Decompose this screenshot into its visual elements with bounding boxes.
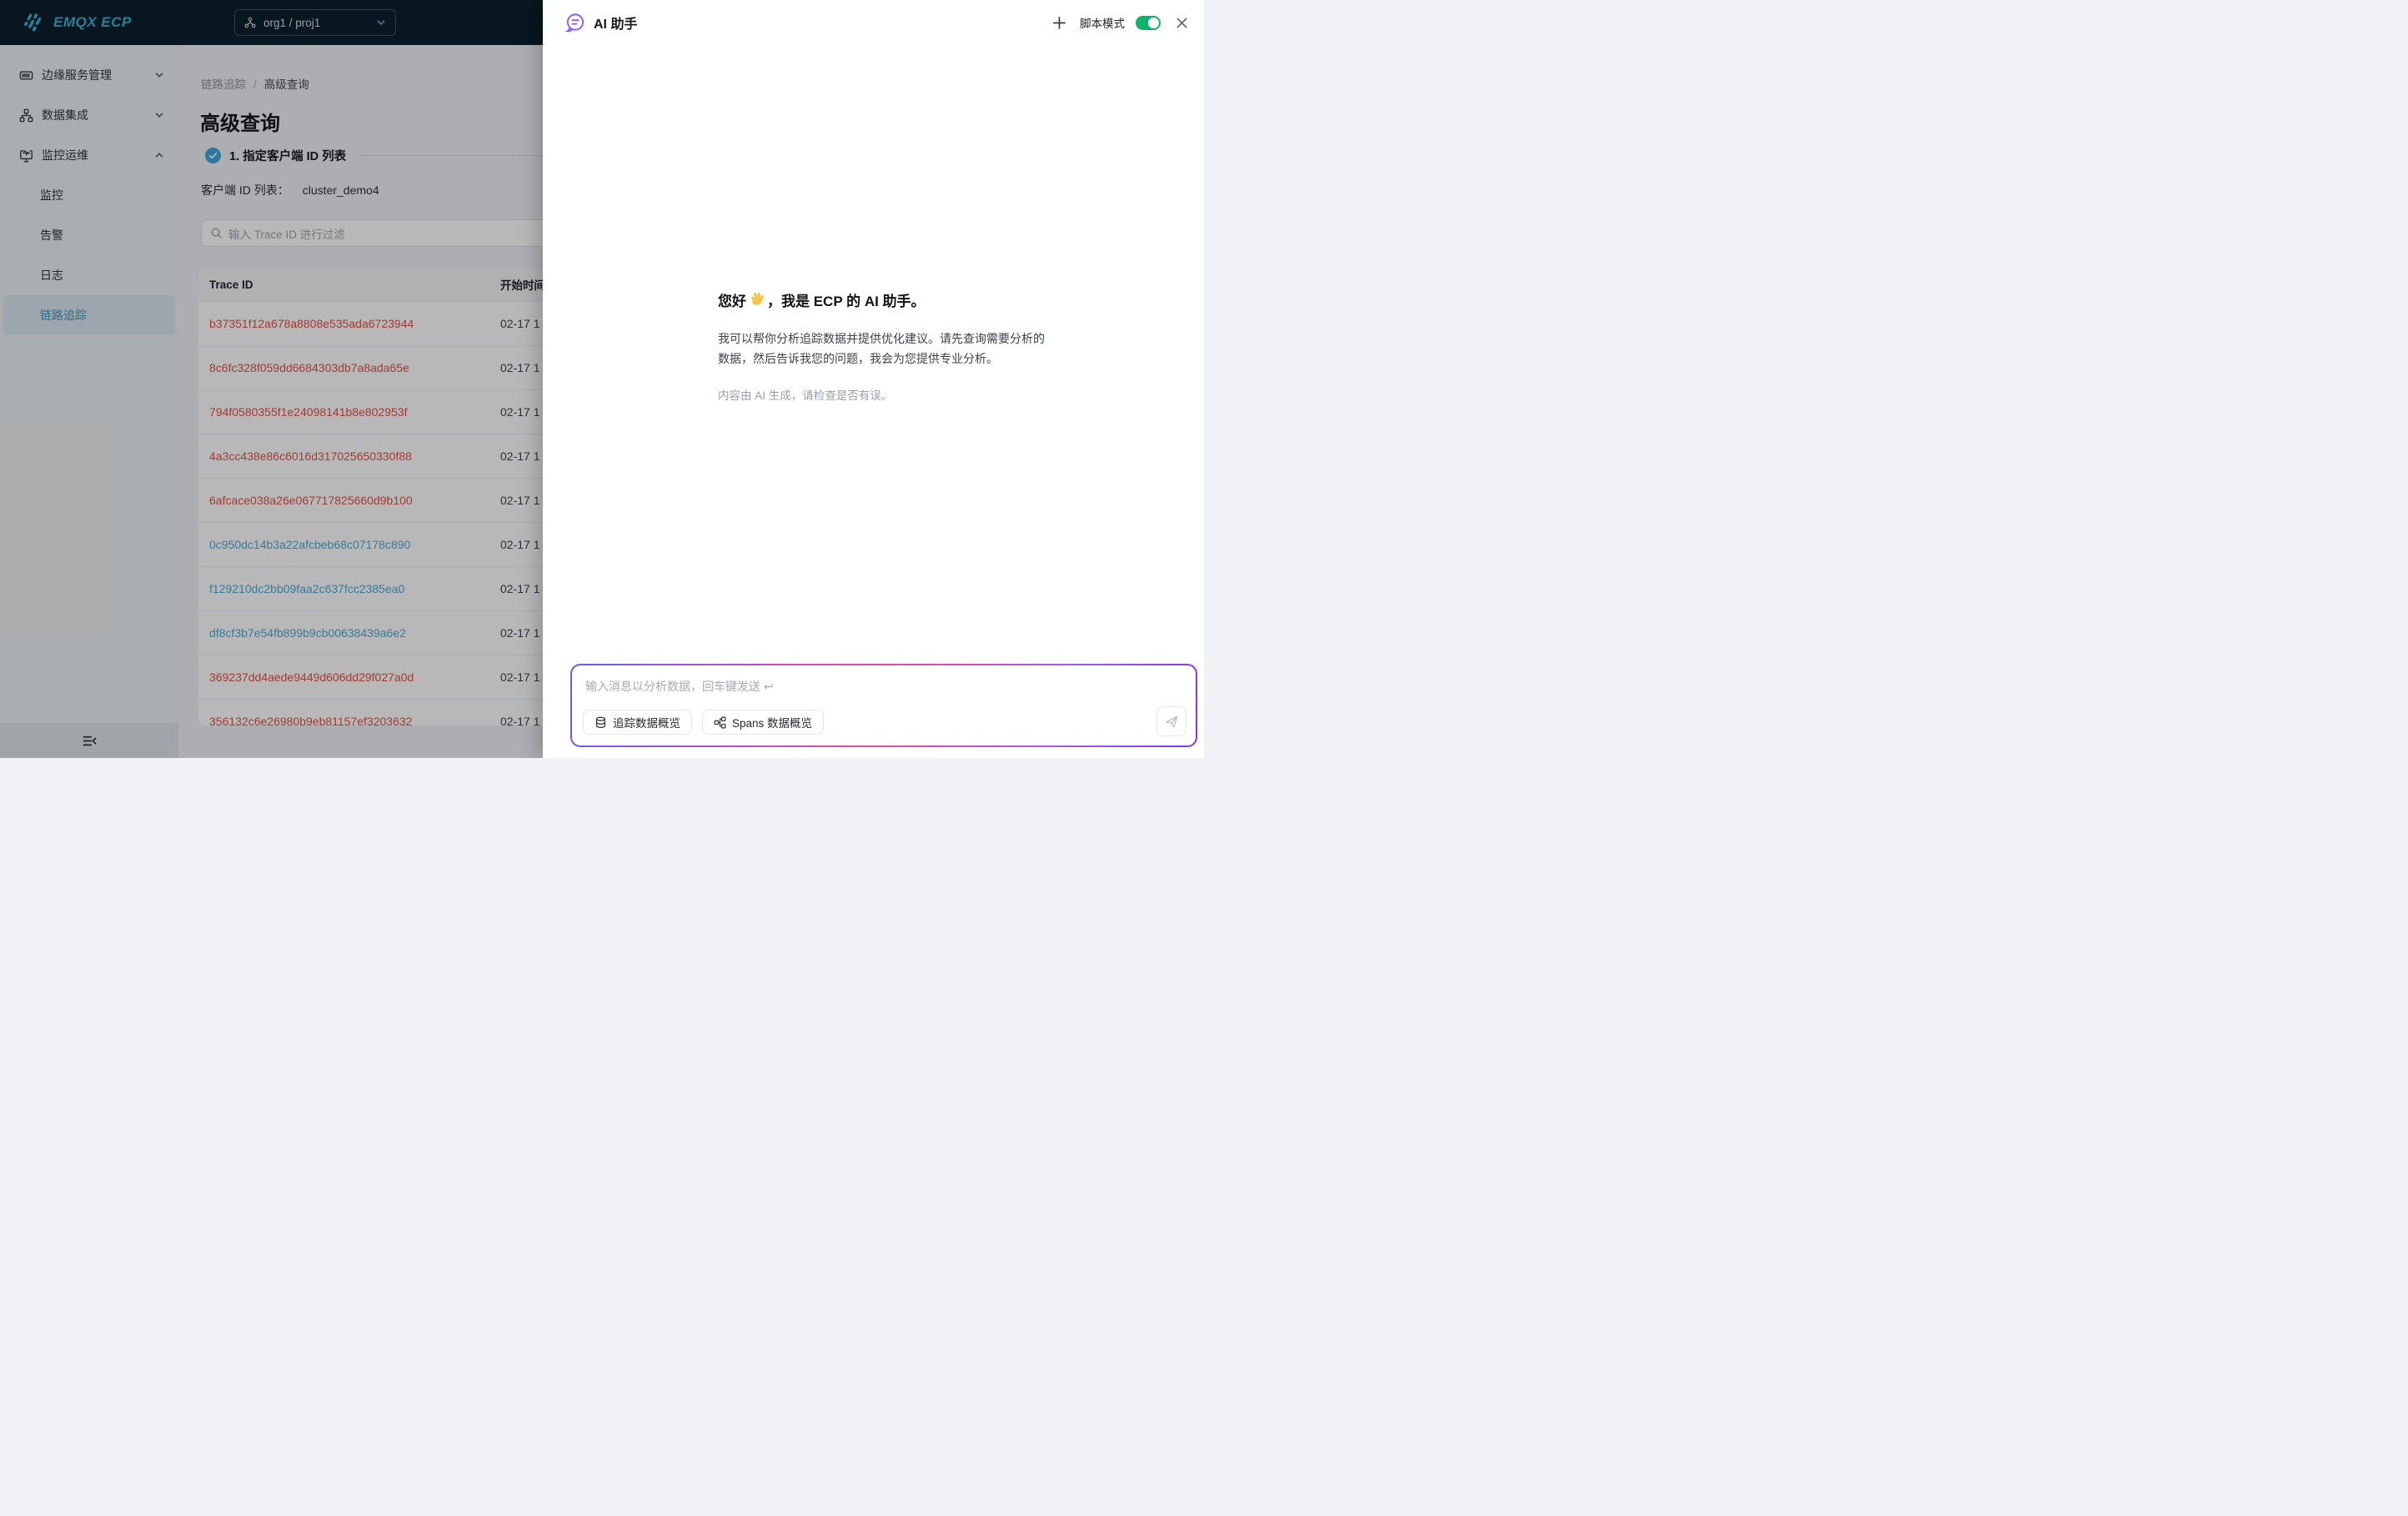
ai-disclaimer-text: 内容由 AI 生成，请检查是否有误。	[718, 386, 1045, 403]
send-paper-plane-icon	[1164, 714, 1180, 730]
welcome-body-text: 我可以帮你分析追踪数据并提供优化建议。请先查询需要分析的数据，然后告诉我您的问题…	[718, 329, 1045, 369]
app-window: EMQX ECP org1 / proj1 边缘服务管理	[0, 0, 1204, 758]
ai-assistant-panel: AI 助手 脚本模式 您好，我是 ECP 的 AI	[543, 0, 1204, 758]
send-message-button[interactable]	[1156, 706, 1186, 736]
plus-icon	[1051, 15, 1067, 31]
panel-header-actions: 脚本模式	[1049, 13, 1191, 33]
ai-chat-bubble-icon	[564, 12, 586, 34]
toggle-knob	[1148, 18, 1159, 28]
quick-action-label: 追踪数据概览	[613, 714, 680, 730]
assistant-welcome-message: 您好，我是 ECP 的 AI 助手。 我可以帮你分析追踪数据并提供优化建议。请先…	[718, 291, 1045, 414]
message-composer[interactable]: 输入消息以分析数据，回车键发送 ↩ 追踪数据概览	[570, 664, 1197, 747]
database-icon	[594, 716, 607, 729]
trace-data-overview-button[interactable]: 追踪数据概览	[583, 710, 692, 735]
spans-data-overview-button[interactable]: Spans 数据概览	[702, 710, 824, 735]
script-mode-label: 脚本模式	[1080, 14, 1125, 31]
welcome-heading: 您好，我是 ECP 的 AI 助手。	[718, 291, 1045, 313]
panel-header: AI 助手 脚本模式	[543, 0, 1204, 45]
waving-hand-icon	[748, 292, 765, 309]
composer-placeholder: 输入消息以分析数据，回车键发送 ↩	[585, 678, 774, 695]
spans-tree-icon	[714, 716, 726, 729]
panel-title: AI 助手	[594, 13, 637, 33]
quick-action-label: Spans 数据概览	[732, 714, 812, 730]
script-mode-toggle[interactable]	[1136, 16, 1161, 30]
close-panel-button[interactable]	[1171, 13, 1191, 33]
quick-actions-row: 追踪数据概览 Spans 数据概览	[583, 710, 824, 735]
new-chat-button[interactable]	[1049, 13, 1069, 33]
close-icon	[1175, 16, 1189, 30]
